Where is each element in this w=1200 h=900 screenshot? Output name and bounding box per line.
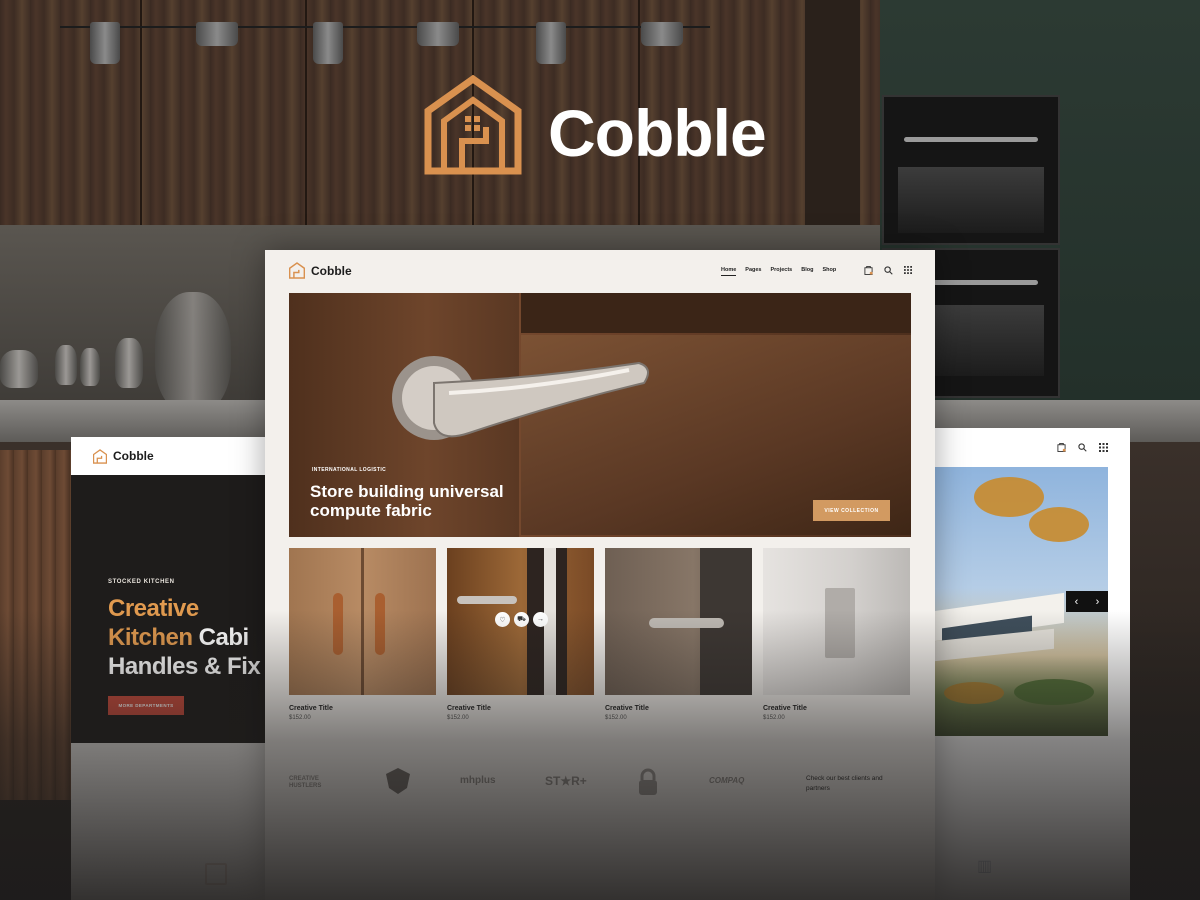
nav-projects[interactable]: Projects bbox=[771, 267, 793, 276]
right-card-header bbox=[920, 428, 1130, 466]
product-price: $152.00 bbox=[763, 715, 785, 721]
lock-icon bbox=[639, 768, 657, 795]
left-card-hero: STOCKED KITCHEN Creative Kitchen Cabi Ha… bbox=[71, 475, 291, 743]
house-logo-icon bbox=[289, 262, 305, 279]
heart-icon[interactable]: ♡ bbox=[495, 612, 510, 627]
center-preview-card: Cobble Home Pages Projects Blog Shop INT… bbox=[265, 250, 935, 900]
product-actions: ♡ ⛟ → bbox=[495, 612, 548, 627]
shield-icon bbox=[386, 768, 410, 794]
product-title[interactable]: Creative Title bbox=[605, 705, 752, 712]
slider-arrows: ‹ › bbox=[1066, 591, 1108, 612]
cart-icon[interactable]: ⛟ bbox=[514, 612, 529, 627]
shrubs bbox=[1014, 679, 1094, 705]
feature-icon bbox=[205, 863, 227, 885]
view-collection-button[interactable]: VIEW COLLECTION bbox=[813, 500, 890, 521]
chevron-left-icon[interactable]: ‹ bbox=[1075, 596, 1079, 608]
cabinet-seam bbox=[140, 0, 142, 225]
product-price: $152.00 bbox=[447, 715, 469, 721]
search-icon[interactable] bbox=[1078, 442, 1087, 452]
house-logo-icon[interactable] bbox=[93, 448, 107, 464]
grid-icon[interactable] bbox=[904, 266, 912, 274]
hero-tag: INTERNATIONAL LOGISTIC bbox=[312, 467, 387, 473]
grid-icon[interactable] bbox=[1099, 442, 1108, 452]
client-logos: CREATIVE HUSTLERS mhplus ST★R+ COMPAQ Ch… bbox=[289, 768, 911, 802]
clients-caption: Check our best clients and partners bbox=[806, 775, 883, 792]
canister bbox=[55, 345, 77, 385]
product-image[interactable]: ♡ ⛟ → bbox=[447, 548, 594, 695]
canister bbox=[80, 348, 100, 386]
client-logo: mhplus bbox=[460, 775, 496, 786]
brand-title: Cobble bbox=[548, 96, 767, 170]
left-card-brand[interactable]: Cobble bbox=[113, 449, 154, 463]
pendant-lamp bbox=[417, 22, 459, 46]
nav-pages[interactable]: Pages bbox=[745, 267, 761, 276]
site-logo[interactable]: Cobble bbox=[289, 262, 352, 279]
product-image[interactable] bbox=[605, 548, 752, 695]
product-price: $152.00 bbox=[605, 715, 627, 721]
search-icon[interactable] bbox=[884, 265, 893, 275]
tree-foliage bbox=[974, 477, 1044, 517]
product-title[interactable]: Creative Title bbox=[289, 705, 436, 712]
product-image[interactable] bbox=[763, 548, 910, 695]
site-brand: Cobble bbox=[311, 263, 352, 278]
lamp-rail bbox=[60, 26, 710, 28]
pendant-lamp bbox=[536, 22, 566, 64]
product-price: $152.00 bbox=[289, 715, 311, 721]
client-logo: CREATIVE HUSTLERS bbox=[289, 776, 322, 789]
left-card-header: Cobble bbox=[71, 437, 291, 475]
chevron-right-icon[interactable]: › bbox=[1096, 596, 1100, 608]
product-card[interactable]: ♡ ⛟ → Creative Title $152.00 bbox=[447, 548, 594, 721]
nav-home[interactable]: Home bbox=[721, 267, 737, 276]
pendant-lamp bbox=[641, 22, 683, 46]
canister bbox=[115, 338, 143, 388]
product-card[interactable]: Creative Title $152.00 bbox=[289, 548, 436, 721]
nav-blog[interactable]: Blog bbox=[801, 267, 813, 276]
feature-icon: ▥ bbox=[977, 858, 993, 875]
glass-vase bbox=[155, 292, 231, 412]
cabinet-seam bbox=[305, 0, 307, 225]
hero-title: Store building universal compute fabric bbox=[310, 482, 504, 520]
more-departments-button[interactable]: MORE DEPARTMENTS bbox=[108, 696, 184, 715]
client-logo: COMPAQ bbox=[709, 776, 745, 785]
pendant-lamp bbox=[196, 22, 238, 46]
house-logo-icon bbox=[424, 75, 522, 175]
nav-shop[interactable]: Shop bbox=[822, 267, 836, 276]
door-handle-image bbox=[392, 356, 649, 440]
product-card[interactable]: Creative Title $152.00 bbox=[763, 548, 910, 721]
wall-oven bbox=[882, 95, 1060, 245]
right-preview-card: ‹ › ▥ bbox=[920, 428, 1130, 900]
bag-icon[interactable] bbox=[1057, 442, 1066, 452]
client-logo: ST★R+ bbox=[545, 774, 587, 788]
product-title[interactable]: Creative Title bbox=[763, 705, 910, 712]
header-icons bbox=[864, 265, 912, 275]
site-header: Cobble Home Pages Projects Blog Shop bbox=[265, 250, 935, 292]
glass-shelf bbox=[805, 0, 860, 225]
wood-slats bbox=[0, 450, 75, 800]
product-image[interactable] bbox=[289, 548, 436, 695]
main-nav: Home Pages Projects Blog Shop bbox=[721, 267, 836, 276]
door-panel bbox=[521, 293, 911, 333]
left-preview-card: Cobble STOCKED KITCHEN Creative Kitchen … bbox=[71, 437, 291, 900]
product-grid: Creative Title $152.00 ♡ ⛟ → Creative Ti… bbox=[289, 548, 910, 721]
shrubs bbox=[944, 682, 1004, 704]
arrow-icon[interactable]: → bbox=[533, 612, 548, 627]
hero-title: Creative Kitchen Cabi Handles & Fix bbox=[108, 595, 261, 680]
tree-foliage bbox=[1029, 507, 1089, 542]
pendant-lamp bbox=[90, 22, 120, 64]
product-title[interactable]: Creative Title bbox=[447, 705, 594, 712]
pendant-lamp bbox=[313, 22, 343, 64]
hero-tag: STOCKED KITCHEN bbox=[108, 579, 175, 585]
hero-banner: INTERNATIONAL LOGISTIC Store building un… bbox=[289, 293, 911, 537]
product-card[interactable]: Creative Title $152.00 bbox=[605, 548, 752, 721]
bag-icon[interactable] bbox=[864, 265, 873, 275]
bowl bbox=[0, 350, 38, 388]
